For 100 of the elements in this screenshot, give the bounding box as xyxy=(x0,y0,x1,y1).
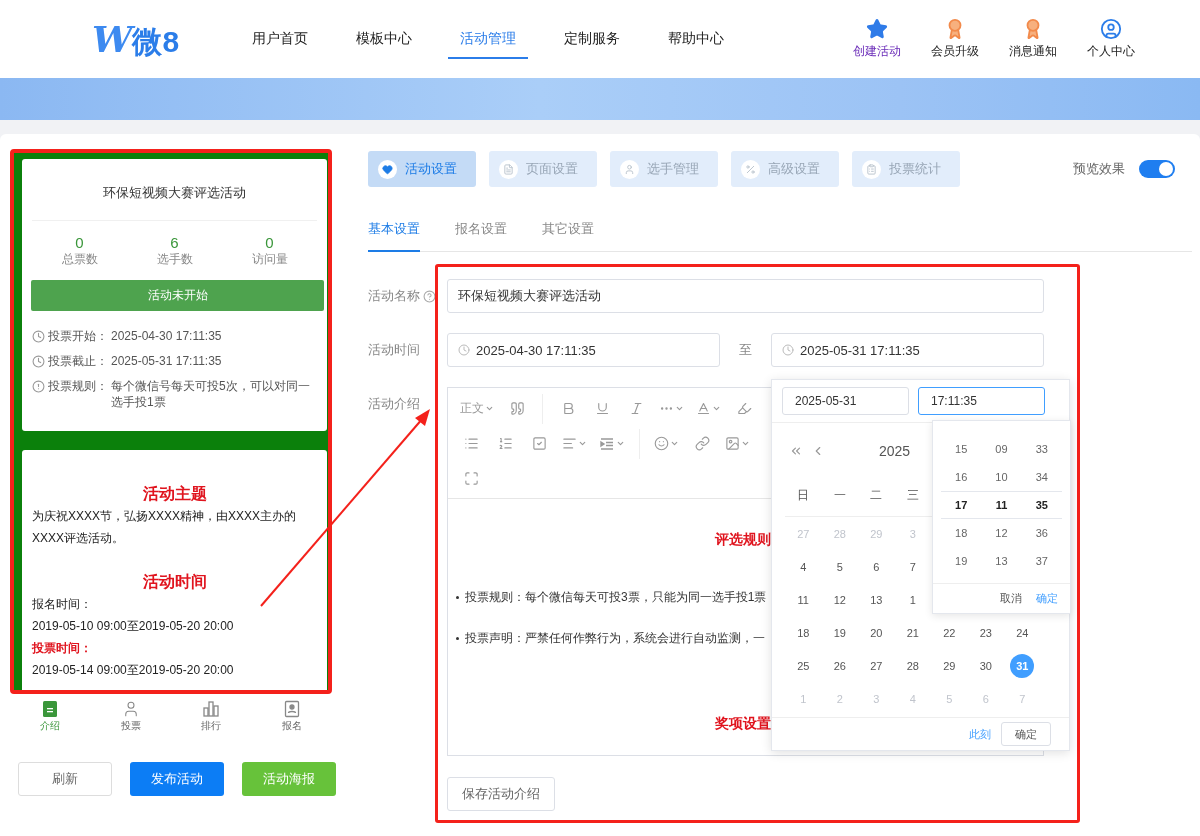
header-action[interactable]: 消息通知 xyxy=(1004,18,1062,60)
time-option[interactable]: 36 xyxy=(1021,527,1062,539)
calendar-day[interactable]: 6 xyxy=(864,554,889,579)
bottom-tab[interactable]: 排行 xyxy=(171,699,252,733)
text-field[interactable]: 环保短视频大赛评选活动 xyxy=(447,279,1044,313)
sub-tab[interactable]: 基本设置 xyxy=(368,207,420,252)
calendar-day[interactable]: 23 xyxy=(973,620,998,645)
action-button[interactable]: 刷新 xyxy=(18,762,112,796)
field-label: 活动时间 xyxy=(368,341,421,359)
percent-icon xyxy=(745,163,756,175)
end-time-field[interactable]: 2025-05-31 17:11:35 xyxy=(800,342,1033,358)
person-icon xyxy=(624,163,635,175)
weekday-label: 日 xyxy=(796,487,811,504)
caret-icon xyxy=(675,404,684,413)
header-action[interactable]: 会员升级 xyxy=(926,18,984,60)
calendar-day[interactable]: 4 xyxy=(791,554,816,579)
calendar-day[interactable]: 27 xyxy=(864,653,889,678)
checkbox-icon xyxy=(531,436,547,451)
save-button[interactable]: 保存活动介绍 xyxy=(447,777,555,811)
bottom-tab[interactable]: 投票 xyxy=(90,699,171,733)
clock-icon xyxy=(782,344,794,356)
info-label: 投票规则： xyxy=(48,377,108,395)
calendar-day[interactable]: 28 xyxy=(900,653,925,678)
bottom-tab[interactable]: 介绍 xyxy=(10,699,91,733)
content-heading: 评选规则 xyxy=(713,531,771,549)
sub-tab[interactable]: 报名设置 xyxy=(455,207,507,252)
calendar-day[interactable]: 30 xyxy=(973,653,998,678)
start-time-field[interactable]: 2025-04-30 17:11:35 xyxy=(476,342,709,358)
time-option[interactable]: 12 xyxy=(981,527,1022,539)
fullscreen-icon xyxy=(463,471,479,486)
calendar-day[interactable]: 26 xyxy=(827,653,852,678)
action-button[interactable]: 发布活动 xyxy=(130,762,224,796)
info-label: 投票截止： xyxy=(48,352,108,370)
time-option[interactable]: 16 xyxy=(941,471,982,483)
numbered-list-icon xyxy=(497,436,513,451)
stat-value: 6 xyxy=(170,234,179,251)
section-heading: 活动时间 xyxy=(141,572,208,593)
calendar-day[interactable]: 21 xyxy=(900,620,925,645)
content-text: 投票声明：严禁任何作弊行为，系统会进行自动监测，一 xyxy=(465,630,765,647)
calendar-day[interactable]: 12 xyxy=(827,587,852,612)
time-input[interactable]: 17:11:35 xyxy=(931,394,1032,408)
card-title: 环保短视频大赛评选活动 xyxy=(32,159,317,221)
calendar-day[interactable]: 20 xyxy=(864,620,889,645)
stat-value: 0 xyxy=(265,234,274,251)
nav-link[interactable]: 用户首页 xyxy=(228,0,332,78)
time-option[interactable]: 09 xyxy=(981,443,1022,455)
clipboard-icon xyxy=(866,163,877,175)
date-time-field[interactable]: 2025-05-31 17:11:35 xyxy=(771,333,1044,367)
time-field[interactable]: 17:11:35 xyxy=(918,387,1045,415)
header-action[interactable]: 个人中心 xyxy=(1082,18,1140,60)
date-field[interactable]: 2025-05-31 xyxy=(782,387,909,415)
calendar-day[interactable]: 18 xyxy=(791,620,816,645)
time-option[interactable]: 13 xyxy=(981,555,1022,567)
date-time-field[interactable]: 2025-04-30 17:11:35 xyxy=(447,333,720,367)
sub-tab[interactable]: 其它设置 xyxy=(542,207,594,252)
nav-link[interactable]: 定制服务 xyxy=(540,0,644,78)
calendar-day[interactable]: 19 xyxy=(827,620,852,645)
confirm-button[interactable]: 确定 xyxy=(1001,722,1051,746)
stat-label: 访问量 xyxy=(251,251,288,268)
time-option[interactable]: 11 xyxy=(981,499,1022,511)
image-icon xyxy=(725,436,740,451)
nav-link[interactable]: 活动管理 xyxy=(436,0,540,78)
stat-label: 总票数 xyxy=(61,251,98,268)
time-option[interactable]: 33 xyxy=(1021,443,1062,455)
caret-icon xyxy=(741,439,750,448)
prev-year-icon[interactable] xyxy=(789,444,803,458)
time-option[interactable]: 17 xyxy=(941,499,982,511)
time-option[interactable]: 19 xyxy=(941,555,982,567)
time-option[interactable]: 18 xyxy=(941,527,982,539)
calendar-day[interactable]: 11 xyxy=(791,587,816,612)
help-icon[interactable] xyxy=(423,289,436,303)
clock-icon xyxy=(32,330,45,343)
calendar-day[interactable]: 5 xyxy=(827,554,852,579)
calendar-day[interactable]: 25 xyxy=(791,653,816,678)
bullet-icon xyxy=(456,596,459,599)
header-action[interactable]: 创建活动 xyxy=(848,18,906,60)
preview-toggle[interactable] xyxy=(1139,160,1175,178)
calendar-day[interactable]: 24 xyxy=(1010,620,1035,645)
cancel-link[interactable]: 取消 xyxy=(1000,591,1022,606)
time-option[interactable]: 35 xyxy=(1021,499,1062,511)
time-option[interactable]: 37 xyxy=(1021,555,1062,567)
bottom-tab[interactable]: 报名 xyxy=(251,699,332,733)
caret-icon xyxy=(578,439,587,448)
date-input[interactable]: 2025-05-31 xyxy=(795,394,896,408)
time-option[interactable]: 10 xyxy=(981,471,1022,483)
calendar-day[interactable]: 1 xyxy=(900,587,925,612)
calendar-day[interactable]: 22 xyxy=(937,620,962,645)
calendar-day[interactable]: 7 xyxy=(900,554,925,579)
id-badge-icon xyxy=(282,699,301,718)
nav-link[interactable]: 帮助中心 xyxy=(644,0,748,78)
calendar-day[interactable]: 13 xyxy=(864,587,889,612)
caret-icon xyxy=(670,439,679,448)
time-option[interactable]: 15 xyxy=(941,443,982,455)
align-icon xyxy=(562,436,577,451)
time-option[interactable]: 34 xyxy=(1021,471,1062,483)
nav-link[interactable]: 模板中心 xyxy=(332,0,436,78)
name-field[interactable]: 环保短视频大赛评选活动 xyxy=(458,288,1033,304)
weekday-label: 三 xyxy=(905,487,920,504)
caret-icon xyxy=(616,439,625,448)
calendar-day[interactable]: 29 xyxy=(937,653,962,678)
